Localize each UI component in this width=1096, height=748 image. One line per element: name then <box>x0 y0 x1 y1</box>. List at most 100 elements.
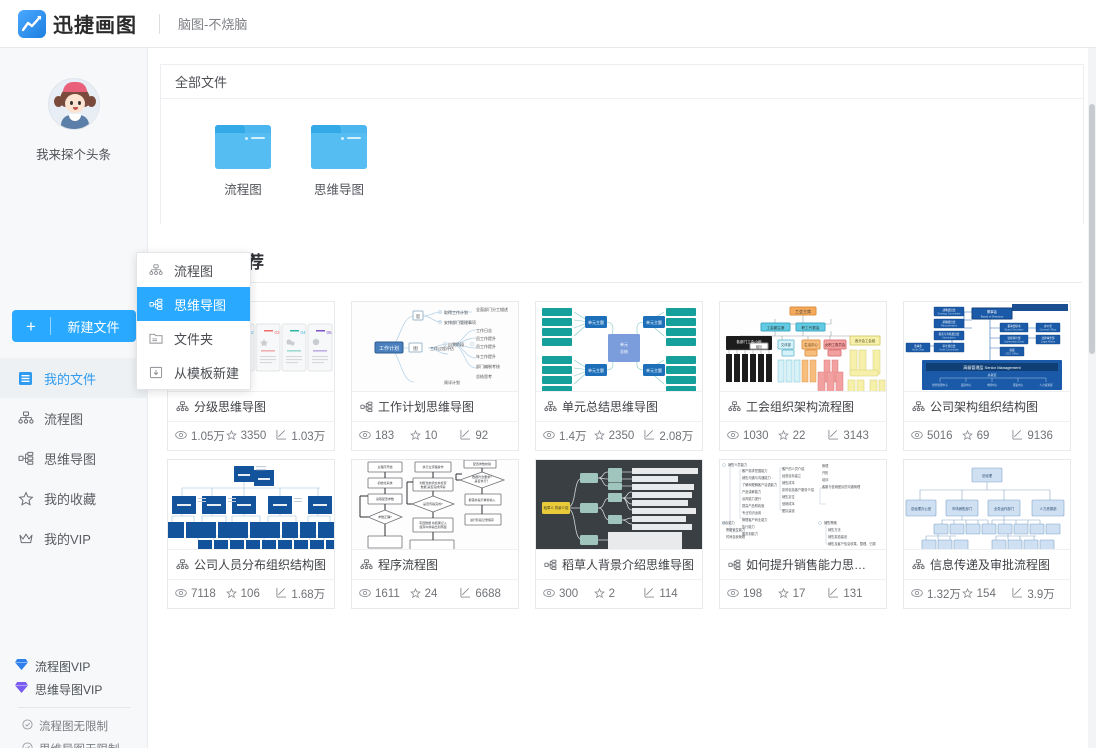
mindmap-icon <box>18 449 40 467</box>
svg-text:销售人员能力: 销售人员能力 <box>728 462 747 467</box>
svg-text:总结思考: 总结思考 <box>476 373 492 379</box>
folder-icon <box>311 125 367 169</box>
svg-text:单元: 单元 <box>620 341 628 347</box>
views-count: 5016 <box>927 430 953 442</box>
svg-text:Remuneration: Remuneration <box>941 324 958 328</box>
dropdown-item-from-template[interactable]: 从模板新建 <box>137 355 250 389</box>
template-card[interactable]: 主程序开始 初始化系统 读取配置参数 参数正确? 执行主流程操作 判断当前状态并… <box>351 459 519 609</box>
svg-text:单元主题: 单元主题 <box>646 367 662 373</box>
sidebar-item-favorites[interactable]: 我的收藏 <box>0 478 148 518</box>
uses-count: 1.68万 <box>291 589 326 601</box>
eye-icon <box>359 430 371 443</box>
stat-views: 183 <box>359 430 410 443</box>
star-icon <box>18 489 40 507</box>
svg-text:审计委员会: 审计委员会 <box>943 344 956 348</box>
template-stats: 1.32万 154 3.9万 <box>904 580 1070 608</box>
favorites-count: 106 <box>240 588 260 600</box>
template-stats: 183 10 92 <box>352 422 518 450</box>
sidebar-item-mindmap[interactable]: 思维导图 <box>0 438 148 478</box>
template-thumbnail: 单元主题 单元主题 单元主题 单元主题 单元 总结 <box>536 302 702 392</box>
svg-text:05: 05 <box>326 330 332 335</box>
edit-icon <box>276 429 287 443</box>
template-name-row: 如何提升销售能力思维导图 <box>720 550 886 580</box>
template-stats: 7118 106 1.68万 <box>168 580 334 608</box>
page-scrollbar-track[interactable] <box>1088 48 1096 748</box>
svg-text:工会主席: 工会主席 <box>795 308 811 314</box>
svg-text:是否执行？: 是否执行？ <box>474 478 489 483</box>
folder-item-flowchart[interactable]: 流程图 <box>195 125 291 198</box>
profile-block: 我来探个头条 <box>0 48 147 163</box>
stat-views: 1030 <box>727 430 778 443</box>
template-card[interactable]: 工会主席 工会副主席 职工代表会 各部门工会小组 组长 文体部 生活中心 女职工… <box>719 301 887 451</box>
vip-label: 流程图VIP <box>35 659 91 674</box>
plus-icon: + <box>26 316 36 336</box>
sidebar-item-flowchart[interactable]: 流程图 <box>0 398 148 438</box>
svg-text:员工作提升: 员工作提升 <box>476 335 496 341</box>
svg-text:策略管控能力: 策略管控能力 <box>726 527 745 532</box>
templates-section-title: 常用模板推荐 <box>162 248 1096 273</box>
svg-text:薪酬委员会: 薪酬委员会 <box>943 320 956 324</box>
folder-icon <box>215 125 271 169</box>
template-thumbnail: 董事会 Board of Directors 战略委员会 Strategy Co… <box>904 302 1070 392</box>
svg-text:提高产品附着度: 提高产品附着度 <box>742 503 765 508</box>
svg-text:配置参数校验: 配置参数校验 <box>473 461 491 466</box>
views-count: 7118 <box>191 588 216 600</box>
avatar[interactable] <box>47 78 100 130</box>
stat-views: 5016 <box>911 430 962 443</box>
favorites-count: 69 <box>976 430 990 442</box>
svg-text:提名与考核委员会: 提名与考核委员会 <box>939 332 960 336</box>
eye-icon <box>911 430 923 443</box>
folder-item-mindmap[interactable]: 思维导图 <box>291 125 387 198</box>
template-card[interactable]: 稻草人 背景介绍 稻草人背景介绍思维导图 300 2 114 <box>535 459 703 609</box>
sidebar-item-my-files[interactable]: 我的文件 <box>0 358 148 398</box>
new-file-label: 新建文件 <box>67 319 120 335</box>
star-icon <box>225 429 237 443</box>
svg-text:董事会: 董事会 <box>987 309 998 314</box>
new-file-button[interactable]: + 新建文件 <box>12 310 136 342</box>
eye-icon <box>727 588 739 601</box>
stat-favorites: 3350 <box>225 429 277 443</box>
vip-row-mindmap[interactable]: 思维导图VIP <box>14 679 134 699</box>
dropdown-item-label: 流程图 <box>174 263 214 279</box>
svg-text:Board Secretary: Board Secretary <box>1005 328 1024 332</box>
template-card[interactable]: 总经理 总经理办公室 市场销售部门 业务运作部门 人力资源部 信息传递及审批流程… <box>903 459 1071 609</box>
favorites-count: 2350 <box>608 430 635 442</box>
vip-row-flowchart[interactable]: 流程图VIP <box>14 656 134 676</box>
dropdown-item-folder[interactable]: 文件夹 <box>137 321 250 355</box>
svg-text:周详计划: 周详计划 <box>444 379 460 385</box>
template-card[interactable]: 工作计划 图 思 取得工作计划 安排部门管理事项 全面部门分工描述 工作过程评估… <box>351 301 519 451</box>
app-title: 迅捷画图 <box>53 15 137 37</box>
svg-text:销售策略: 销售策略 <box>824 520 838 525</box>
page-scrollbar-thumb[interactable] <box>1089 104 1095 354</box>
svg-text:女职工委员会: 女职工委员会 <box>825 342 846 347</box>
eye-icon <box>543 588 555 601</box>
template-card[interactable]: 单元主题 单元主题 单元主题 单元主题 单元 总结 单元总结思维导图 1.4万 … <box>535 301 703 451</box>
stat-uses: 114 <box>644 587 695 601</box>
svg-text:读取配置参数: 读取配置参数 <box>376 496 394 501</box>
template-grid: 添 加 标 题 01 02 <box>148 283 1096 609</box>
svg-text:Strategy Committee: Strategy Committee <box>938 312 961 316</box>
svg-text:Nomination: Nomination <box>942 336 956 340</box>
limit-row-flowchart: 流程图无限制 <box>14 716 134 736</box>
template-name: 分级思维导图 <box>194 400 267 414</box>
svg-text:Audit Dept: Audit Dept <box>912 348 924 352</box>
svg-text:工作日志: 工作日志 <box>476 327 492 333</box>
template-download-icon <box>149 364 169 380</box>
svg-text:市场销售部门: 市场销售部门 <box>952 506 973 511</box>
svg-text:执行主流程操作: 执行主流程操作 <box>422 464 443 469</box>
dropdown-item-mindmap[interactable]: 思维导图 <box>137 287 250 321</box>
svg-text:缓存中并输出到界面: 缓存中并输出到界面 <box>419 524 446 529</box>
svg-text:思: 思 <box>416 314 421 319</box>
template-card[interactable]: 销售人员能力 客户需求挖掘能力 销售沟通与沟通能力 了解和理解客户话语能力 产品… <box>719 459 887 609</box>
limit-label: 流程图无限制 <box>39 721 108 733</box>
template-stats: 5016 69 9136 <box>904 422 1070 450</box>
template-card[interactable]: 董事会 Board of Directors 战略委员会 Strategy Co… <box>903 301 1071 451</box>
svg-text:Board of Directors: Board of Directors <box>981 314 1004 318</box>
favorites-count: 22 <box>792 430 806 442</box>
svg-text:单元主题: 单元主题 <box>588 367 604 373</box>
template-card[interactable]: 公司人员分布组织结构图 7118 106 1.68万 <box>167 459 335 609</box>
template-name: 单元总结思维导图 <box>562 400 659 414</box>
dropdown-item-flowchart[interactable]: 流程图 <box>137 253 250 287</box>
sidebar-item-vip[interactable]: 我的VIP <box>0 518 148 558</box>
top-header: 迅捷画图 脑图-不烧脑 <box>0 0 1096 48</box>
